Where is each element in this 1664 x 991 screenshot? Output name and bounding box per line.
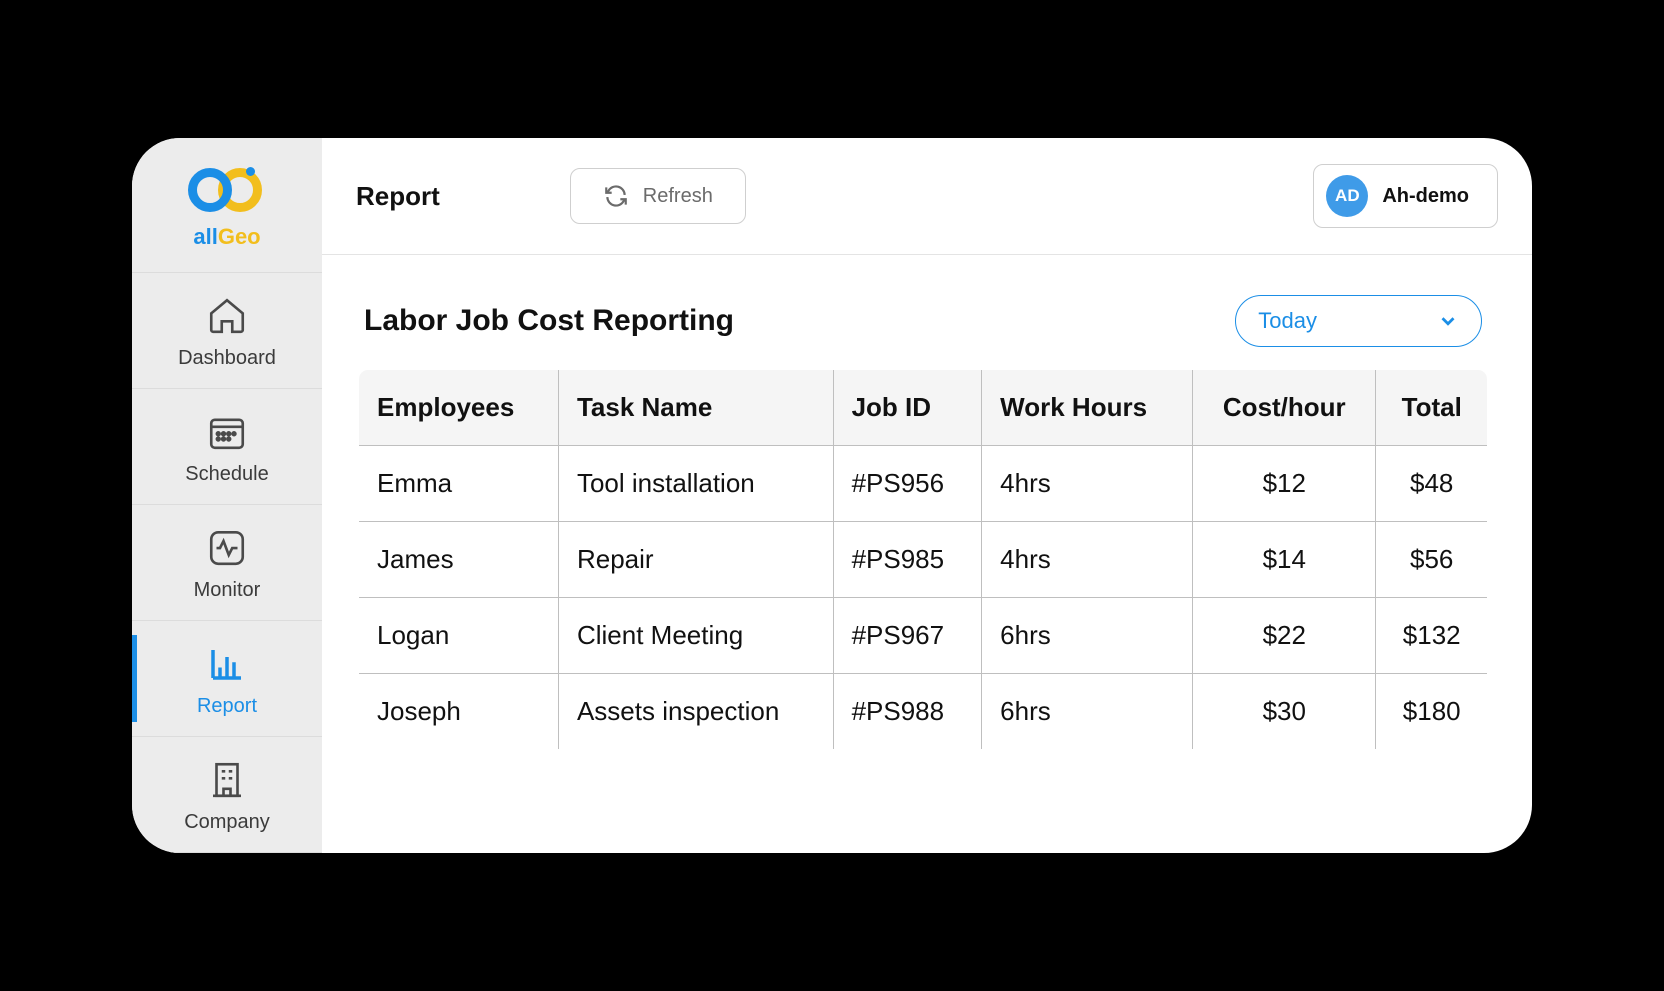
avatar: AD <box>1326 175 1368 217</box>
col-total: Total <box>1376 370 1488 446</box>
building-icon <box>206 759 248 801</box>
refresh-button[interactable]: Refresh <box>570 168 746 224</box>
cell-task: Assets inspection <box>558 674 833 750</box>
sidebar-item-label: Monitor <box>194 579 261 602</box>
cell-task: Client Meeting <box>558 598 833 674</box>
cell-task: Tool installation <box>558 446 833 522</box>
col-jobid: Job ID <box>833 370 982 446</box>
content: Labor Job Cost Reporting Today Employees… <box>322 255 1532 830</box>
home-icon <box>206 295 248 337</box>
brand-logo: allGeo <box>132 138 322 272</box>
table-header-row: Employees Task Name Job ID Work Hours Co… <box>359 370 1488 446</box>
col-task: Task Name <box>558 370 833 446</box>
date-range-select[interactable]: Today <box>1235 295 1482 347</box>
cell-total: $132 <box>1376 598 1488 674</box>
cell-employee: Joseph <box>359 674 559 750</box>
activity-icon <box>206 527 248 569</box>
sidebar-item-label: Schedule <box>185 463 268 486</box>
bar-chart-icon <box>206 643 248 685</box>
chevron-down-icon <box>1437 310 1459 332</box>
cell-hours: 6hrs <box>982 598 1193 674</box>
cell-rate: $14 <box>1193 522 1376 598</box>
sidebar-item-label: Dashboard <box>178 347 276 370</box>
sidebar-item-monitor[interactable]: Monitor <box>132 504 322 620</box>
cell-employee: James <box>359 522 559 598</box>
range-value: Today <box>1258 308 1317 334</box>
refresh-icon <box>603 183 629 209</box>
cell-rate: $30 <box>1193 674 1376 750</box>
cell-hours: 4hrs <box>982 446 1193 522</box>
col-hours: Work Hours <box>982 370 1193 446</box>
panel-title: Labor Job Cost Reporting <box>364 304 734 338</box>
cell-rate: $12 <box>1193 446 1376 522</box>
cell-jobid: #PS985 <box>833 522 982 598</box>
sidebar-item-company[interactable]: Company <box>132 736 322 853</box>
table-row: EmmaTool installation#PS9564hrs$12$48 <box>359 446 1488 522</box>
cell-hours: 4hrs <box>982 522 1193 598</box>
page-title: Report <box>356 181 440 212</box>
cell-jobid: #PS956 <box>833 446 982 522</box>
table-row: JosephAssets inspection#PS9886hrs$30$180 <box>359 674 1488 750</box>
logo-icon <box>188 168 266 220</box>
table-row: LoganClient Meeting#PS9676hrs$22$132 <box>359 598 1488 674</box>
cell-jobid: #PS967 <box>833 598 982 674</box>
col-rate: Cost/hour <box>1193 370 1376 446</box>
report-panel: Labor Job Cost Reporting Today Employees… <box>340 275 1506 780</box>
col-employees: Employees <box>359 370 559 446</box>
cell-total: $180 <box>1376 674 1488 750</box>
cell-total: $48 <box>1376 446 1488 522</box>
cell-total: $56 <box>1376 522 1488 598</box>
cell-task: Repair <box>558 522 833 598</box>
topbar: Report Refresh AD Ah-demo <box>322 138 1532 255</box>
user-name: Ah-demo <box>1382 185 1469 208</box>
cell-jobid: #PS988 <box>833 674 982 750</box>
sidebar: allGeo Dashboard Schedule Monitor <box>132 138 322 853</box>
cell-employee: Emma <box>359 446 559 522</box>
logo-text: allGeo <box>193 224 260 250</box>
refresh-label: Refresh <box>643 185 713 208</box>
user-menu[interactable]: AD Ah-demo <box>1313 164 1498 228</box>
cell-hours: 6hrs <box>982 674 1193 750</box>
main-area: Report Refresh AD Ah-demo Labor Job Cost… <box>322 138 1532 853</box>
table-row: JamesRepair#PS9854hrs$14$56 <box>359 522 1488 598</box>
sidebar-item-dashboard[interactable]: Dashboard <box>132 272 322 388</box>
sidebar-item-label: Company <box>184 811 270 834</box>
cell-employee: Logan <box>359 598 559 674</box>
calendar-icon <box>206 411 248 453</box>
sidebar-item-label: Report <box>197 695 257 718</box>
sidebar-item-schedule[interactable]: Schedule <box>132 388 322 504</box>
app-window: allGeo Dashboard Schedule Monitor <box>132 138 1532 853</box>
report-table: Employees Task Name Job ID Work Hours Co… <box>358 369 1488 750</box>
sidebar-item-report[interactable]: Report <box>132 620 322 736</box>
cell-rate: $22 <box>1193 598 1376 674</box>
